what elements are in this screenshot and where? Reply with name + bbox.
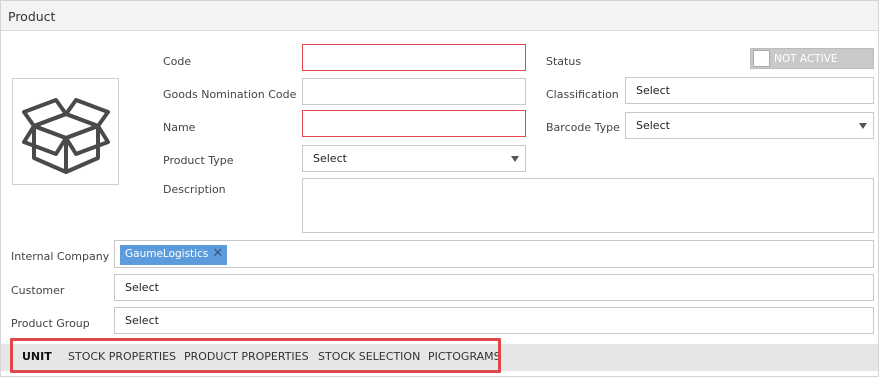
product-group-label: Product Group (11, 317, 90, 330)
product-type-value: Select (313, 152, 347, 165)
classification-select[interactable]: Select (625, 77, 874, 104)
chevron-down-icon (511, 156, 519, 162)
product-type-label: Product Type (163, 154, 234, 167)
status-toggle-text: NOT ACTIVE (774, 53, 838, 65)
product-panel: Product Code Goods Nomination Code Name … (0, 0, 879, 377)
classification-label: Classification (546, 88, 619, 101)
goods-nomination-code-input[interactable] (302, 78, 526, 105)
company-tag-label: GaumeLogistics (125, 248, 209, 260)
product-group-select[interactable]: Select (114, 307, 874, 334)
code-label: Code (163, 55, 192, 68)
product-group-value: Select (125, 314, 159, 327)
status-label: Status (546, 55, 582, 68)
name-input[interactable] (302, 110, 526, 137)
description-textarea[interactable] (302, 178, 874, 233)
name-label: Name (163, 121, 196, 134)
toggle-knob (753, 50, 770, 67)
product-image[interactable] (12, 78, 119, 185)
tab-product-properties[interactable]: PRODUCT PROPERTIES (184, 350, 309, 363)
customer-select[interactable]: Select (114, 274, 874, 301)
barcode-type-value: Select (636, 119, 670, 132)
description-label: Description (163, 183, 226, 196)
close-icon[interactable]: ✕ (212, 247, 223, 260)
customer-label: Customer (11, 284, 65, 297)
tab-stock-selection[interactable]: STOCK SELECTION (318, 350, 420, 363)
tab-stock-properties[interactable]: STOCK PROPERTIES (68, 350, 176, 363)
internal-company-input[interactable]: GaumeLogistics ✕ (114, 240, 874, 268)
goods-nomination-code-label: Goods Nomination Code (163, 88, 297, 101)
barcode-type-label: Barcode Type (546, 121, 620, 134)
customer-value: Select (125, 281, 159, 294)
classification-value: Select (636, 84, 670, 97)
panel-title: Product (1, 1, 878, 31)
chevron-down-icon (859, 123, 867, 129)
internal-company-label: Internal Company (11, 250, 110, 263)
product-type-select[interactable]: Select (302, 145, 526, 172)
tab-pictograms[interactable]: PICTOGRAMS (428, 350, 501, 363)
tab-bar: UNIT STOCK PROPERTIES PRODUCT PROPERTIES… (1, 344, 878, 371)
company-tag: GaumeLogistics ✕ (120, 245, 228, 265)
package-box-icon (21, 97, 110, 174)
tab-unit[interactable]: UNIT (22, 350, 52, 363)
barcode-type-select[interactable]: Select (625, 112, 874, 139)
status-toggle[interactable]: NOT ACTIVE (750, 48, 874, 69)
code-input[interactable] (302, 44, 526, 71)
